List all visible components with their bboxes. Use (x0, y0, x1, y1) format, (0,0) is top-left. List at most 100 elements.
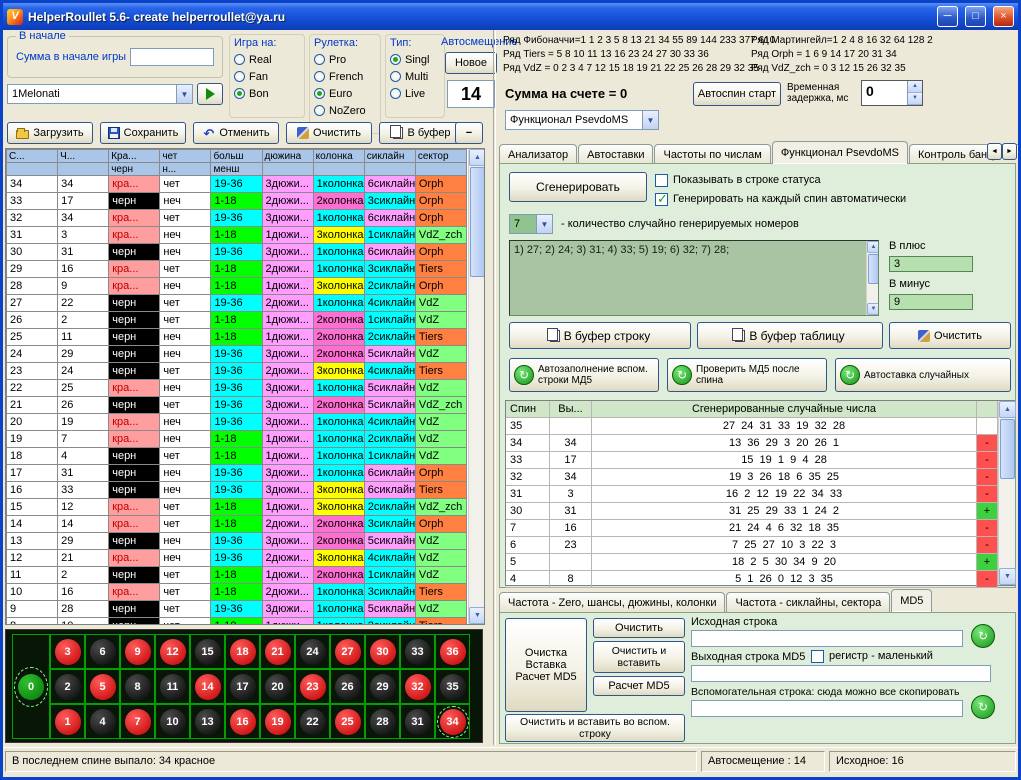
board-cell[interactable]: 10 (155, 704, 190, 739)
sum-input[interactable] (130, 48, 214, 66)
scroll-down-icon[interactable]: ▼ (867, 303, 879, 315)
delay-spinner[interactable]: 0 ▲ ▼ (861, 80, 923, 106)
md5-calc-button[interactable]: Расчет MD5 (593, 676, 685, 696)
spin-up-icon[interactable]: ▲ (908, 81, 922, 93)
board-cell[interactable]: 28 (365, 704, 400, 739)
history-row[interactable]: 2225кра...неч19-363дюжи...1колонка5сикла… (7, 380, 467, 397)
scroll-up-icon[interactable]: ▲ (469, 149, 485, 166)
history-row[interactable]: 2019кра...неч19-363дюжи...1колонка4сикла… (7, 414, 467, 431)
top-tab[interactable]: Функционал PsevdoMS (772, 141, 908, 164)
history-row[interactable]: 1512кра...чет1-181дюжи...3колонка2сиклай… (7, 499, 467, 516)
autobet-button[interactable]: ↻ Автоставка случайных (835, 358, 1011, 392)
play-button[interactable] (197, 83, 223, 105)
radio-bon[interactable]: Bon (234, 85, 300, 102)
spins-row[interactable]: 31316 2 12 19 22 34 33- (506, 486, 1014, 503)
toolbar-undo-button[interactable]: ↶Отменить (193, 122, 279, 144)
spins-row[interactable]: 518 2 5 30 34 9 20+ (506, 554, 1014, 571)
board-cell[interactable]: 4 (85, 704, 120, 739)
history-scrollbar[interactable]: ▲ ▼ (468, 149, 485, 624)
toolbar-save-button[interactable]: Сохранить (100, 122, 186, 144)
count-combo[interactable]: 7 ▼ (509, 214, 553, 234)
check-md5-button[interactable]: ↻ Проверить МД5 после спина (667, 358, 827, 392)
board-cell[interactable]: 13 (190, 704, 225, 739)
copy-table-button[interactable]: В буфер таблицу (697, 322, 883, 349)
board-cell[interactable]: 15 (190, 634, 225, 669)
copy-row-button[interactable]: В буфер строку (509, 322, 691, 349)
board-cell[interactable]: 27 (330, 634, 365, 669)
md5-big-button[interactable]: Очистка Вставка Расчет MD5 (505, 618, 587, 712)
board-cell[interactable]: 1 (50, 704, 85, 739)
register-checkbox[interactable]: регистр - маленький (811, 650, 933, 663)
scroll-down-icon[interactable]: ▼ (469, 607, 485, 624)
helper-string-input[interactable] (691, 700, 963, 717)
board-cell[interactable]: 8 (120, 669, 155, 704)
board-cell[interactable]: 29 (365, 669, 400, 704)
toolbar-clear-button[interactable]: Очистить (286, 122, 372, 144)
tab-scroll-left-icon[interactable]: ◄ (987, 143, 1002, 160)
radio-singl[interactable]: Singl (390, 51, 440, 68)
clear-generated-button[interactable]: Очистить (889, 322, 1011, 349)
minimize-button[interactable]: ─ (937, 6, 958, 27)
board-cell[interactable]: 22 (295, 704, 330, 739)
board-cell[interactable]: 7 (120, 704, 155, 739)
chevron-down-icon[interactable]: ▼ (536, 215, 552, 233)
board-cell[interactable]: 5 (85, 669, 120, 704)
history-row[interactable]: 1633черннеч19-363дюжи...3колонка6сиклайн… (7, 482, 467, 499)
scrollbar-thumb[interactable] (868, 254, 879, 284)
close-button[interactable]: × (993, 6, 1014, 27)
history-row[interactable]: 3234кра...чет19-363дюжи...1колонка6сикла… (7, 210, 467, 227)
history-row[interactable]: 3317черннеч1-182дюжи...2колонка3сиклайнO… (7, 193, 467, 210)
history-row[interactable]: 289кра...неч1-181дюжи...3колонка2сиклайн… (7, 278, 467, 295)
chevron-down-icon[interactable]: ▼ (176, 85, 192, 103)
board-cell[interactable]: 33 (400, 634, 435, 669)
board-cell[interactable]: 17 (225, 669, 260, 704)
board-cell[interactable]: 11 (155, 669, 190, 704)
history-row[interactable]: 1016кра...чет1-182дюжи...1колонка3сиклай… (7, 584, 467, 601)
history-row[interactable]: 810чернчет1-181дюжи...1колонка2сиклайнTi… (7, 618, 467, 626)
recycle-source-button[interactable]: ↻ (971, 624, 995, 648)
board-cell[interactable]: 31 (400, 704, 435, 739)
history-row[interactable]: 184чернчет1-181дюжи...1колонка1сиклайнVd… (7, 448, 467, 465)
history-row[interactable]: 3031черннеч19-363дюжи...1колонка6сиклайн… (7, 244, 467, 261)
board-cell[interactable]: 30 (365, 634, 400, 669)
md5-clear-button[interactable]: Очистить (593, 618, 685, 638)
generate-button[interactable]: Сгенерировать (509, 172, 647, 202)
new-button[interactable]: Новое (445, 52, 497, 74)
radio-nozero[interactable]: NoZero (314, 102, 376, 119)
board-cell[interactable]: 21 (260, 634, 295, 669)
toolbar-load-button[interactable]: Загрузить (7, 122, 93, 144)
board-cell[interactable]: 6 (85, 634, 120, 669)
spin-down-icon[interactable]: ▼ (908, 93, 922, 105)
auto-generate-checkbox[interactable]: Генерировать на каждый спин автоматическ… (655, 193, 906, 206)
spins-row[interactable]: 6237 25 27 10 3 22 3- (506, 537, 1014, 554)
history-row[interactable]: 197кра...неч1-181дюжи...1колонка2сиклайн… (7, 431, 467, 448)
toolbar-buffer-button[interactable]: В буфер (379, 122, 465, 144)
board-cell[interactable]: 16 (225, 704, 260, 739)
spins-scrollbar[interactable]: ▲ ▼ (998, 401, 1015, 585)
spins-row[interactable]: 485 1 26 0 12 3 35- (506, 571, 1014, 588)
generated-numbers-area[interactable]: 1) 27; 2) 24; 3) 31; 4) 33; 5) 19; 6) 32… (509, 240, 879, 316)
board-cell[interactable]: 20 (260, 669, 295, 704)
bottom-tab[interactable]: Частота - сиклайны, сектора (726, 592, 890, 612)
history-row[interactable]: 112чернчет1-181дюжи...2колонка1сиклайнVd… (7, 567, 467, 584)
history-row[interactable]: 1221кра...неч19-362дюжи...3колонка4сикла… (7, 550, 467, 567)
minus-button[interactable]: − (455, 122, 483, 144)
radio-multi[interactable]: Multi (390, 68, 440, 85)
radio-real[interactable]: Real (234, 51, 300, 68)
history-row[interactable]: 2511черннеч1-181дюжи...2колонка2сиклайнT… (7, 329, 467, 346)
history-row[interactable]: 262чернчет1-181дюжи...2колонка1сиклайнVd… (7, 312, 467, 329)
history-row[interactable]: 928чернчет19-363дюжи...1колонка5сиклайнV… (7, 601, 467, 618)
md5-clear-paste-button[interactable]: Очистить и вставить (593, 641, 685, 673)
board-cell[interactable]: 14 (190, 669, 225, 704)
radio-french[interactable]: French (314, 68, 376, 85)
history-row[interactable]: 2126чернчет19-363дюжи...2колонка5сиклайн… (7, 397, 467, 414)
history-row[interactable]: 2916кра...чет1-182дюжи...1колонка3сиклай… (7, 261, 467, 278)
spins-row[interactable]: 71621 24 4 6 32 18 35- (506, 520, 1014, 537)
scroll-down-icon[interactable]: ▼ (999, 568, 1016, 585)
board-cell[interactable]: 23 (295, 669, 330, 704)
spins-row[interactable]: 343413 36 29 3 20 26 1- (506, 435, 1014, 452)
board-cell[interactable]: 19 (260, 704, 295, 739)
spins-row[interactable]: 3527 24 31 33 19 32 28 (506, 418, 1014, 435)
board-cell[interactable]: 3 (50, 634, 85, 669)
maximize-button[interactable]: □ (965, 6, 986, 27)
